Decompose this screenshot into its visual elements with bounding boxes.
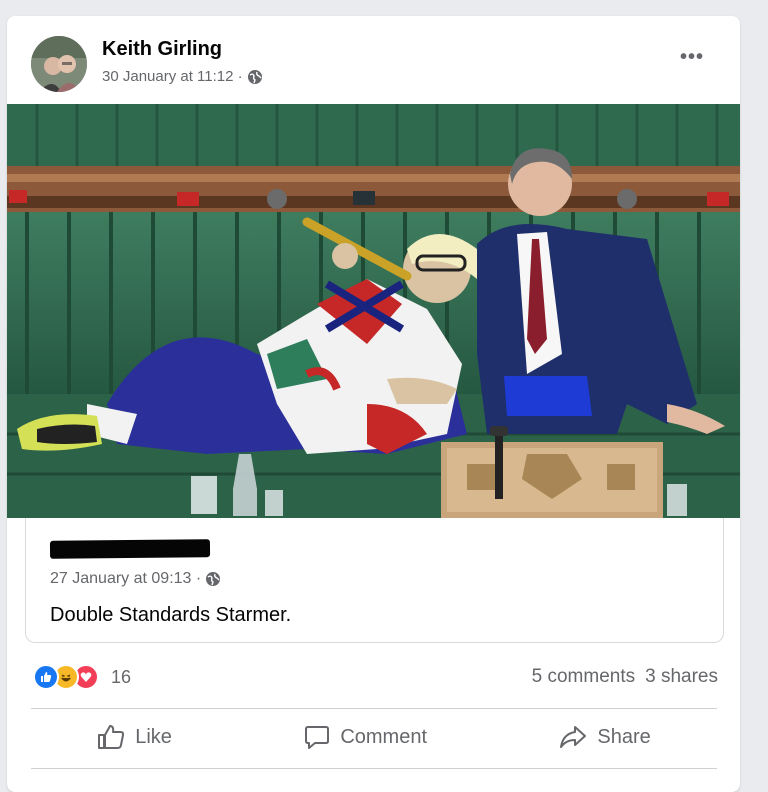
post-meta: 30 January at 11:12 · bbox=[102, 68, 263, 85]
shares-count-link[interactable]: 3 shares bbox=[645, 666, 718, 688]
post-card: Keith Girling 30 January at 11:12 · ••• bbox=[7, 16, 740, 792]
divider-top bbox=[31, 708, 717, 709]
like-label: Like bbox=[135, 725, 172, 748]
comments-count-link[interactable]: 5 comments bbox=[532, 666, 635, 688]
more-options-button[interactable]: ••• bbox=[680, 46, 704, 69]
shared-post-meta: 27 January at 09:13 · bbox=[50, 570, 221, 588]
reaction-count: 16 bbox=[111, 666, 132, 687]
shared-post-card[interactable]: 27 January at 09:13 · Double Standards S… bbox=[25, 518, 724, 643]
globe-icon bbox=[206, 572, 221, 586]
engagement-stats: 5 comments 3 shares bbox=[532, 666, 718, 688]
post-timestamp[interactable]: 30 January at 11:12 · bbox=[102, 68, 243, 85]
like-icon bbox=[33, 664, 59, 690]
author-name[interactable]: Keith Girling bbox=[102, 38, 222, 61]
comment-icon bbox=[305, 726, 330, 749]
shared-post-timestamp[interactable]: 27 January at 09:13 · bbox=[50, 570, 201, 588]
share-icon bbox=[560, 726, 587, 748]
comment-label: Comment bbox=[340, 725, 428, 748]
comment-button[interactable]: Comment bbox=[284, 718, 447, 756]
avatar[interactable] bbox=[31, 36, 87, 92]
share-label: Share bbox=[597, 725, 651, 748]
like-button[interactable]: Like bbox=[77, 718, 192, 756]
shared-post-text: Double Standards Starmer. bbox=[50, 604, 292, 626]
post-actions: Like Comment Share bbox=[31, 714, 717, 760]
globe-icon bbox=[247, 69, 262, 84]
parliament-scene-image bbox=[7, 104, 740, 518]
thumbs-up-icon bbox=[98, 725, 125, 749]
post-image[interactable] bbox=[7, 104, 740, 518]
share-button[interactable]: Share bbox=[539, 719, 670, 755]
redacted-name bbox=[49, 539, 211, 559]
reactions-summary[interactable]: 16 bbox=[33, 664, 131, 690]
divider-bottom bbox=[31, 768, 717, 769]
